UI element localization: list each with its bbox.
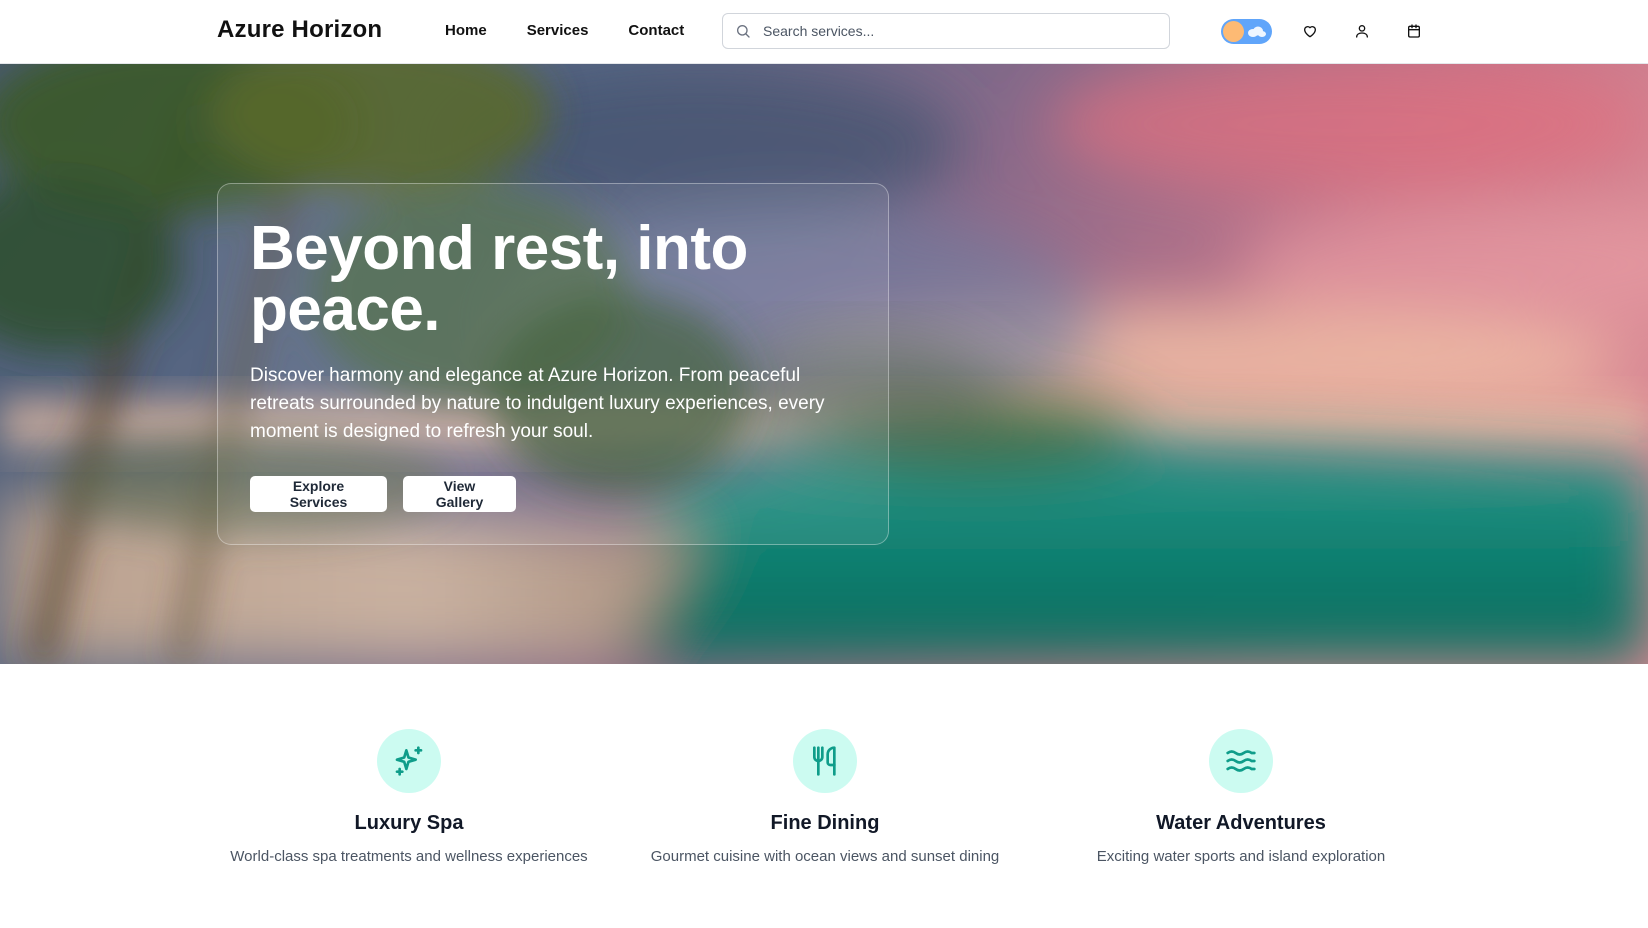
sun-knob-icon (1223, 21, 1244, 42)
theme-toggle[interactable] (1221, 19, 1272, 44)
feature-description: Gourmet cuisine with ocean views and sun… (650, 848, 1000, 865)
feature-description: World-class spa treatments and wellness … (230, 848, 588, 865)
cloud-icon (1248, 26, 1266, 37)
heart-icon[interactable] (1299, 20, 1321, 42)
feature-title: Luxury Spa (354, 812, 464, 834)
nav-contact[interactable]: Contact (628, 22, 684, 39)
hero-title: Beyond rest, into peace. (250, 214, 748, 344)
hero-description: Discover harmony and elegance at Azure H… (250, 365, 825, 442)
hero-section: Beyond rest, into peace. Discover harmon… (0, 64, 1648, 664)
brand-logo[interactable]: Azure Horizon (217, 16, 382, 44)
search-input[interactable] (763, 23, 1143, 39)
nav-home[interactable]: Home (445, 22, 487, 39)
view-gallery-button[interactable]: View Gallery (403, 476, 516, 512)
explore-services-button[interactable]: Explore Services (250, 476, 387, 512)
feature-title: Water Adventures (1156, 812, 1326, 834)
features-section: Luxury Spa World-class spa treatments an… (0, 664, 1648, 928)
feature-description: Exciting water sports and island explora… (1096, 848, 1386, 865)
top-navbar: Azure Horizon Home Services Contact (0, 0, 1648, 64)
sparkles-icon (377, 729, 441, 793)
calendar-icon[interactable] (1403, 20, 1425, 42)
user-icon[interactable] (1351, 20, 1373, 42)
feature-title: Fine Dining (770, 812, 880, 834)
waves-icon (1209, 729, 1273, 793)
utensils-icon (793, 729, 857, 793)
main-nav: Home Services Contact (445, 22, 724, 39)
hero-card: Beyond rest, into peace. Discover harmon… (217, 183, 889, 545)
nav-services[interactable]: Services (527, 22, 589, 39)
search-box (722, 13, 1170, 49)
search-icon (735, 23, 751, 39)
